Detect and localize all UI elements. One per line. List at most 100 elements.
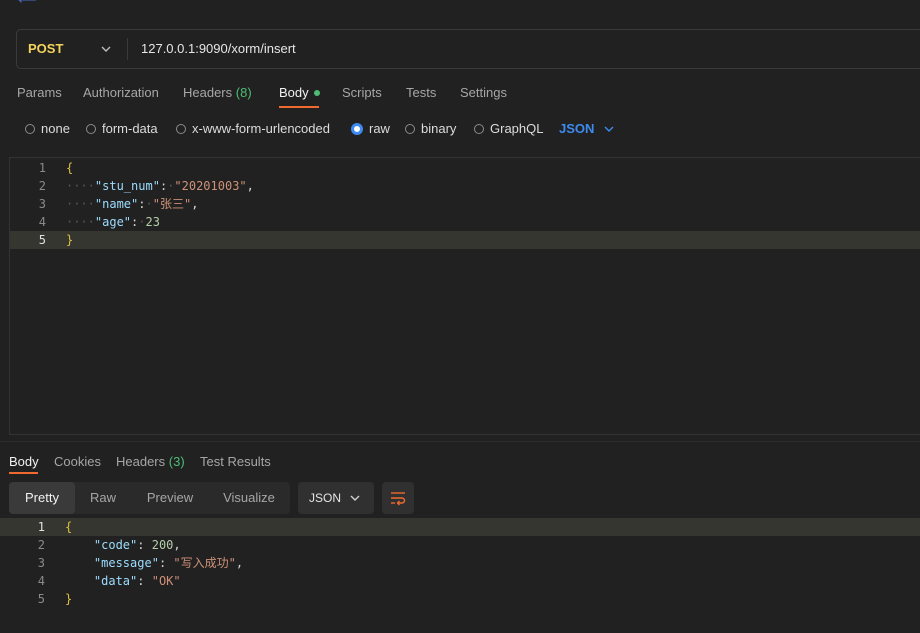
body-language-select[interactable]: JSON	[559, 118, 594, 140]
active-tab-underline	[279, 106, 319, 108]
json-key: "stu_num"	[94, 179, 160, 193]
tab-tests[interactable]: Tests	[406, 80, 436, 106]
tab-label: Cookies	[54, 454, 101, 469]
tab-label: Body	[279, 85, 309, 100]
headers-count: (3)	[168, 454, 185, 469]
tab-response-headers[interactable]: Headers (3)	[116, 449, 185, 475]
radio-circle	[25, 123, 35, 134]
code-text: ····"age":·23	[66, 215, 160, 229]
view-visualize[interactable]: Visualize	[209, 482, 289, 514]
radio-circle	[86, 123, 96, 134]
chevron-down-icon[interactable]	[101, 42, 111, 56]
tab-cookies[interactable]: Cookies	[54, 449, 101, 475]
radio-form-data[interactable]: form-data	[86, 118, 158, 140]
line-number: 5	[37, 592, 45, 606]
json-key: "name"	[94, 197, 139, 211]
tab-authorization[interactable]: Authorization	[83, 80, 159, 106]
chevron-down-icon[interactable]	[604, 122, 614, 136]
code-line: 3 ····"name":·"张三",	[10, 195, 920, 213]
pane-divider[interactable]	[0, 441, 920, 442]
code-text: ····"stu_num":·"20201003",	[66, 179, 254, 193]
line-number: 4	[38, 215, 46, 229]
code-line: 1 {	[10, 159, 920, 177]
line-number: 2	[37, 538, 45, 552]
tab-label: Headers	[183, 85, 233, 100]
json-key: "message"	[93, 556, 159, 570]
radio-circle	[474, 123, 484, 134]
line-number: 5	[38, 233, 46, 247]
radio-label: none	[41, 121, 70, 136]
code-text: "message": "写入成功",	[93, 556, 244, 570]
code-line-current: 1 {	[0, 518, 920, 536]
radio-none[interactable]: none	[25, 118, 70, 140]
line-number: 1	[38, 161, 46, 175]
radio-label: raw	[369, 121, 390, 136]
json-trail: ,	[191, 197, 199, 211]
json-value: "写入成功"	[173, 556, 236, 570]
radio-circle-checked	[351, 122, 363, 135]
breadcrumb: ⟵	[18, 0, 45, 7]
line-number: 3	[37, 556, 45, 570]
radio-label: binary	[421, 121, 457, 136]
json-key: "code"	[93, 538, 138, 552]
json-trail: ,	[173, 538, 181, 552]
tab-params[interactable]: Params	[17, 80, 62, 106]
json-value: "20201003"	[174, 179, 247, 193]
json-key: "data"	[93, 574, 138, 588]
code-text: }	[66, 233, 74, 247]
tab-label: Headers	[116, 454, 166, 469]
code-line: 2 "code": 200,	[0, 536, 920, 554]
wrap-lines-button[interactable]	[382, 482, 414, 514]
tab-settings[interactable]: Settings	[460, 80, 507, 106]
chevron-down-icon	[350, 495, 360, 501]
back-arrow-icon[interactable]: ⟵	[18, 0, 37, 7]
tab-label: Tests	[406, 85, 437, 100]
tab-label: Test Results	[200, 454, 271, 469]
line-number: 3	[38, 197, 46, 211]
json-value: "OK"	[151, 574, 181, 588]
code-line: 2 ····"stu_num":·"20201003",	[10, 177, 920, 195]
tab-headers[interactable]: Headers (8)	[183, 80, 252, 106]
response-format-select[interactable]: JSON	[298, 482, 374, 514]
radio-binary[interactable]: binary	[405, 118, 456, 140]
line-number: 2	[38, 179, 46, 193]
view-preview[interactable]: Preview	[131, 482, 209, 514]
tab-test-results[interactable]: Test Results	[200, 449, 271, 475]
code-line-current: 5 }	[10, 231, 920, 249]
json-trail: ,	[246, 179, 254, 193]
code-line: 5 }	[0, 590, 920, 608]
radio-urlencoded[interactable]: x-www-form-urlencoded	[176, 118, 330, 140]
radio-label: GraphQL	[490, 121, 544, 136]
tab-label: Scripts	[342, 85, 382, 100]
format-label: JSON	[309, 491, 342, 505]
tab-label: Settings	[460, 85, 507, 100]
url-bar: POST 127.0.0.1:9090/xorm/insert	[16, 29, 920, 69]
json-value: "张三"	[152, 197, 192, 211]
radio-raw[interactable]: raw	[351, 118, 390, 140]
request-body-editor[interactable]: 1 { 2 ····"stu_num":·"20201003", 3 ····"…	[9, 157, 920, 435]
tab-scripts[interactable]: Scripts	[342, 80, 382, 106]
code-text: "data": "OK"	[93, 574, 181, 588]
method-select[interactable]: POST	[28, 30, 63, 68]
code-text: }	[65, 592, 73, 606]
radio-graphql[interactable]: GraphQL	[474, 118, 543, 140]
line-number: 4	[37, 574, 45, 588]
code-line: 4 "data": "OK"	[0, 572, 920, 590]
response-body-viewer[interactable]: 1 { 2 "code": 200, 3 "message": "写入成功", …	[0, 517, 920, 633]
tab-label: Authorization	[83, 85, 159, 100]
code-line: 4 ····"age":·23	[10, 213, 920, 231]
url-input[interactable]: 127.0.0.1:9090/xorm/insert	[141, 30, 296, 68]
json-key: "age"	[94, 215, 132, 229]
json-trail: ,	[235, 556, 244, 570]
active-tab-underline	[9, 472, 38, 474]
view-pretty[interactable]: Pretty	[9, 482, 75, 514]
code-line: 3 "message": "写入成功",	[0, 554, 920, 572]
json-value: 23	[145, 215, 160, 229]
view-raw[interactable]: Raw	[75, 482, 131, 514]
radio-circle	[176, 123, 186, 134]
tab-body[interactable]: Body	[279, 80, 320, 106]
code-text: {	[65, 520, 73, 534]
radio-circle	[405, 123, 415, 134]
code-text: {	[66, 161, 74, 175]
modified-dot-icon	[313, 89, 320, 96]
